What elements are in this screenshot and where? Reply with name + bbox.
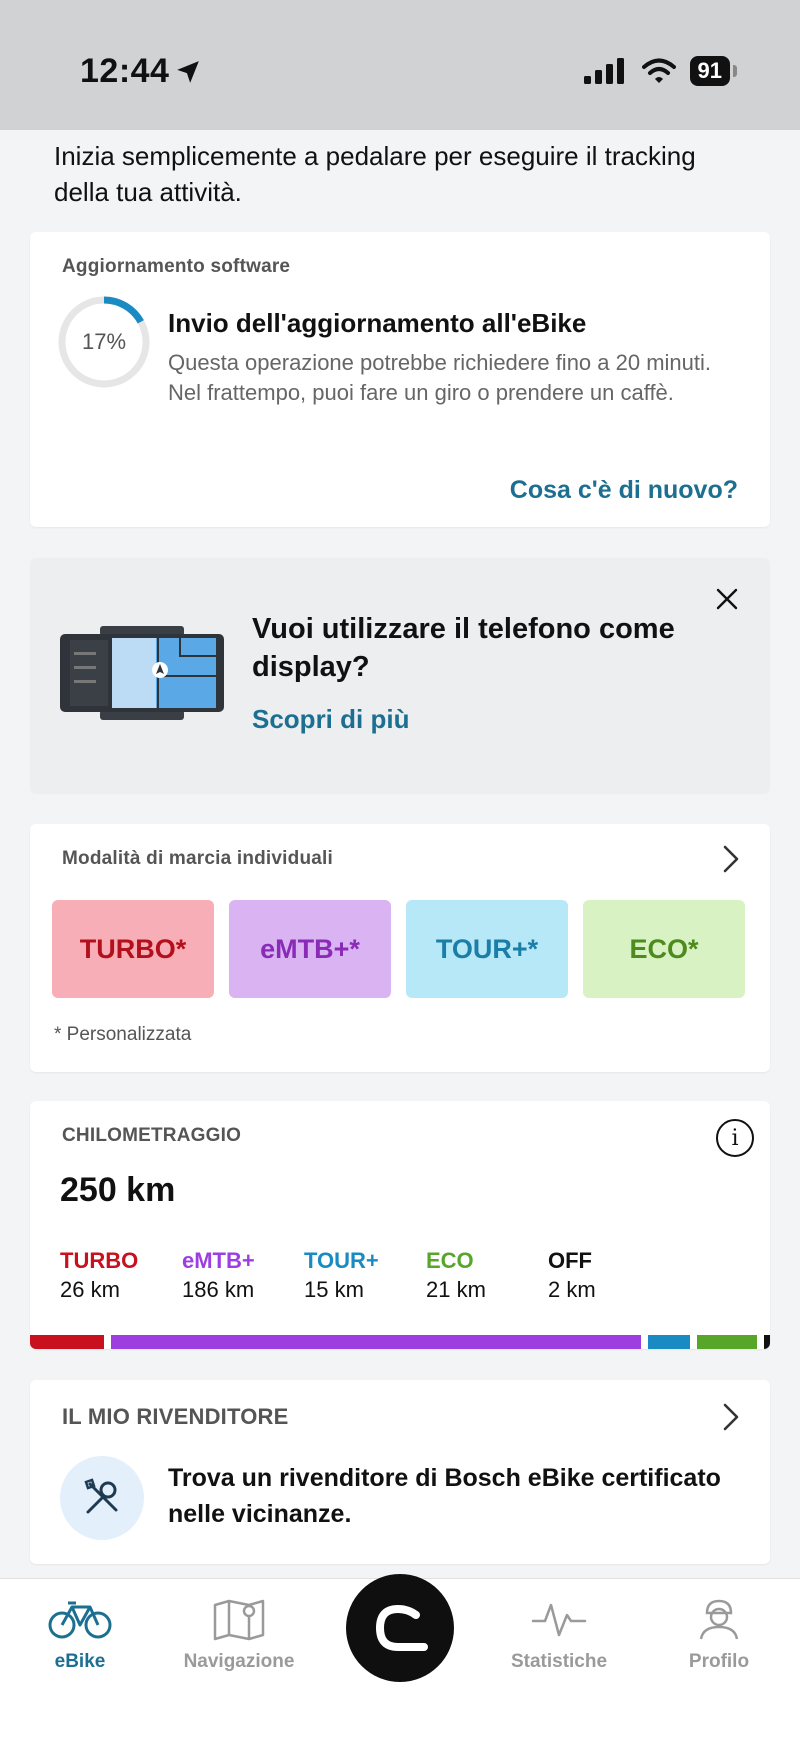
mileage-bar-segment [764,1335,770,1349]
location-arrow-icon [177,60,200,83]
mileage-bar-segment [30,1335,105,1349]
software-update-card: Aggiornamento software 17% Invio dell'ag… [30,232,770,527]
mileage-total: 250 km [60,1171,176,1209]
mileage-item: eMTB+ 186 km [182,1247,304,1305]
mode-chip[interactable]: eMTB+* [229,900,391,998]
intro-text: Inizia semplicemente a pedalare per eseg… [54,141,696,207]
mileage-mode-name: TURBO [60,1248,139,1273]
tab-statistics[interactable]: Statistiche [489,1597,629,1673]
phone-display-promo-card: Vuoi utilizzare il telefono come display… [30,558,770,794]
tab-navigation-label: Navigazione [183,1651,295,1672]
mileage-bar-segment [647,1335,691,1349]
whats-new-link[interactable]: Cosa c'è di nuovo? [510,476,738,505]
info-button[interactable]: i [716,1119,754,1157]
mileage-mode-name: OFF [548,1248,592,1273]
mileage-mode-value: 15 km [304,1277,364,1302]
mileage-bar-segment [111,1335,641,1349]
status-icons: 91 [583,56,738,86]
close-icon [716,588,738,610]
mileage-mode-value: 186 km [182,1277,255,1302]
tab-ebike-label: eBike [54,1651,106,1672]
software-update-title: Aggiornamento software [62,256,291,277]
bicycle-icon [48,1601,112,1639]
mileage-mode-name: eMTB+ [182,1248,255,1273]
custom-footnote: * Personalizzata [54,1024,192,1045]
update-description: Questa operazione potrebbe richiedere fi… [168,350,712,405]
update-heading: Invio dell'aggiornamento all'eBike [168,308,587,338]
clock: 12:44 [80,52,201,91]
dealer-description: Trova un rivenditore di Bosch eBike cert… [168,1464,721,1528]
mileage-mode-value: 21 km [426,1277,486,1302]
tab-profile[interactable]: Profilo [649,1597,789,1673]
mode-chip[interactable]: ECO* [583,900,745,998]
tab-statistics-label: Statistiche [510,1651,608,1672]
mileage-mode-value: 26 km [60,1277,120,1302]
cellular-signal-icon [583,58,624,84]
update-progress-label: 17% [81,329,127,354]
mileage-item: ECO 21 km [426,1247,548,1305]
chevron-right-icon[interactable] [720,844,742,874]
wifi-icon [641,58,676,83]
mileage-mode-value: 2 km [548,1277,596,1302]
tab-ebike[interactable]: eBike [10,1597,150,1673]
phone-display-heading: Vuoi utilizzare il telefono come display… [252,613,675,683]
riding-modes-title: Modalità di marcia individuali [62,848,333,869]
tab-profile-label: Profilo [688,1651,750,1672]
clock-time: 12:44 [80,52,170,90]
mileage-item: TOUR+ 15 km [304,1247,426,1305]
mileage-title: CHILOMETRAGGIO [62,1125,242,1146]
mileage-item: OFF 2 km [548,1247,670,1305]
activity-pulse-icon [531,1603,587,1637]
chevron-right-icon[interactable] [720,1402,742,1432]
mileage-breakdown: TURBO 26 km eMTB+ 186 km TOUR+ 15 km ECO 21 km O… [60,1247,670,1305]
tools-icon [84,1478,118,1514]
start-ride-button[interactable] [346,1574,454,1682]
mode-chip[interactable]: TURBO* [52,900,214,998]
riding-modes-list: TURBO* eMTB+* TOUR+* ECO* [52,900,745,998]
riding-modes-card[interactable]: Modalità di marcia individuali TURBO* eMT… [30,824,770,1072]
mode-chip[interactable]: TOUR+* [406,900,568,998]
bosch-c-logo-icon [375,1604,428,1651]
mileage-card: CHILOMETRAGGIO i 250 km TURBO 26 km eMTB+ 1… [30,1101,770,1349]
close-promo-button[interactable] [712,584,742,614]
mileage-item: TURBO 26 km [60,1247,182,1305]
dealer-icon-badge [60,1456,144,1540]
tab-navigation[interactable]: Navigazione [169,1597,309,1673]
info-icon: i [731,1125,739,1151]
learn-more-link[interactable]: Scopri di più [252,704,409,735]
dealer-title: IL MIO RIVENDITORE [62,1404,289,1429]
mileage-mode-name: ECO [426,1248,474,1273]
battery-indicator: 91 [689,56,738,86]
status-bar: 12:44 91 [0,0,800,130]
profile-helmet-icon [699,1599,739,1640]
map-icon [213,1599,265,1641]
phone-display-illustration-icon [60,626,224,720]
dealer-card[interactable]: IL MIO RIVENDITORE Trova un rivenditore … [30,1380,770,1564]
mileage-bar-segment [697,1335,758,1349]
mileage-distribution-bar [30,1335,770,1349]
mileage-mode-name: TOUR+ [304,1248,379,1273]
